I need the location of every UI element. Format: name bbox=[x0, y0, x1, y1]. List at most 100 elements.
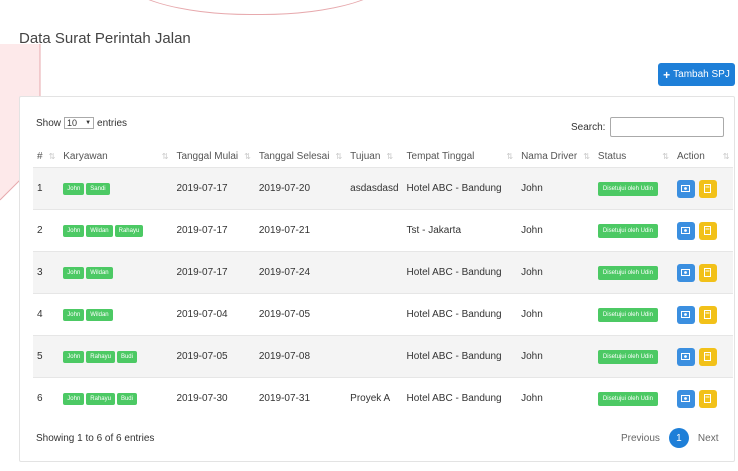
employee-tag: Rahayu bbox=[114, 225, 144, 237]
eye-icon bbox=[681, 185, 691, 192]
cell-action bbox=[672, 293, 734, 336]
sort-icon: ⇅ bbox=[662, 151, 669, 161]
cell-tujuan bbox=[346, 293, 403, 336]
employee-tag: Wildan bbox=[86, 225, 113, 237]
cell-tanggal-selesai: 2019-07-21 bbox=[254, 209, 347, 252]
cell-tempat-tinggal: Hotel ABC - Bandung bbox=[402, 251, 518, 294]
employee-tag: Rahayu bbox=[86, 351, 115, 363]
employee-tag: Wildan bbox=[86, 267, 113, 279]
column-header-action[interactable]: Action ⇅ bbox=[673, 145, 734, 168]
cell-action bbox=[672, 251, 734, 294]
view-button[interactable] bbox=[676, 389, 695, 408]
employee-tag: Sandi bbox=[86, 183, 110, 195]
table-info: Showing 1 to 6 of 6 entries bbox=[36, 433, 155, 444]
file-icon bbox=[704, 310, 712, 319]
cell-tempat-tinggal: Hotel ABC - Bandung bbox=[402, 167, 518, 210]
column-header-tanggal-mulai[interactable]: Tanggal Mulai ⇅ bbox=[172, 145, 254, 168]
cell-tujuan: asdasdasd bbox=[346, 167, 403, 210]
file-icon bbox=[704, 268, 712, 277]
cell-tanggal-mulai: 2019-07-17 bbox=[172, 209, 255, 252]
cell-nama-driver: John bbox=[517, 167, 594, 210]
caret-down-icon: ▼ bbox=[85, 120, 92, 126]
eye-icon bbox=[681, 353, 691, 360]
edit-button[interactable] bbox=[698, 305, 717, 324]
view-button[interactable] bbox=[676, 305, 695, 324]
add-spj-button[interactable]: + Tambah SPJ bbox=[658, 63, 735, 86]
search-label: Search: bbox=[571, 121, 606, 133]
edit-button[interactable] bbox=[698, 221, 717, 240]
employee-tag: Budi bbox=[116, 351, 137, 363]
column-header-tempat-tinggal[interactable]: Tempat Tinggal ⇅ bbox=[403, 145, 518, 168]
column-header-nama-driver[interactable]: Nama Driver ⇅ bbox=[517, 145, 594, 168]
sort-icon: ⇅ bbox=[386, 151, 394, 161]
decorative-top-shape bbox=[120, 0, 392, 15]
column-header-tanggal-selesai[interactable]: Tanggal Selesai ⇅ bbox=[255, 145, 346, 168]
cell-nama-driver: John bbox=[517, 335, 594, 378]
employee-tag: John bbox=[63, 393, 85, 405]
column-header-no[interactable]: # ⇅ bbox=[33, 145, 59, 168]
page-1-button[interactable]: 1 bbox=[668, 428, 689, 448]
cell-tanggal-mulai: 2019-07-04 bbox=[172, 293, 255, 336]
spj-table: # ⇅ Karyawan ⇅ Tanggal Mulai ⇅ Tanggal Sele… bbox=[33, 145, 734, 419]
previous-button[interactable]: Previous bbox=[621, 433, 660, 444]
eye-icon bbox=[681, 311, 691, 318]
status-badge: Disetujui oleh Udin bbox=[597, 349, 658, 364]
employee-tag: John bbox=[63, 225, 85, 237]
cell-karyawan: John Sandi bbox=[59, 167, 173, 210]
plus-icon: + bbox=[663, 67, 671, 82]
cell-action bbox=[672, 335, 734, 378]
table-row: 6 John Rahayu Budi 2019-07-30 2019-07-31 Proye… bbox=[33, 377, 734, 419]
cell-tanggal-selesai: 2019-07-08 bbox=[254, 335, 347, 378]
column-header-status[interactable]: Status ⇅ bbox=[594, 145, 673, 168]
view-button[interactable] bbox=[676, 263, 695, 282]
column-header-karyawan[interactable]: Karyawan ⇅ bbox=[59, 145, 172, 168]
cell-status: Disetujui oleh Udin bbox=[593, 377, 673, 419]
search-input[interactable] bbox=[610, 117, 725, 137]
cell-tanggal-selesai: 2019-07-20 bbox=[254, 167, 347, 210]
status-badge: Disetujui oleh Udin bbox=[597, 391, 658, 406]
status-badge: Disetujui oleh Udin bbox=[597, 223, 658, 238]
status-badge: Disetujui oleh Udin bbox=[597, 181, 658, 196]
cell-tanggal-mulai: 2019-07-17 bbox=[172, 251, 255, 294]
entries-select[interactable]: 10 ▼ bbox=[64, 117, 95, 129]
cell-tujuan: Proyek A bbox=[346, 377, 403, 419]
view-button[interactable] bbox=[676, 179, 695, 198]
cell-tempat-tinggal: Tst - Jakarta bbox=[402, 209, 518, 252]
view-button[interactable] bbox=[676, 347, 695, 366]
cell-no: 1 bbox=[33, 167, 60, 210]
cell-tempat-tinggal: Hotel ABC - Bandung bbox=[402, 377, 518, 419]
cell-no: 2 bbox=[33, 209, 60, 252]
cell-action bbox=[672, 167, 734, 210]
cell-tanggal-mulai: 2019-07-17 bbox=[172, 167, 255, 210]
eye-icon bbox=[681, 395, 691, 402]
edit-button[interactable] bbox=[698, 347, 717, 366]
cell-status: Disetujui oleh Udin bbox=[593, 209, 673, 252]
edit-button[interactable] bbox=[698, 389, 717, 408]
view-button[interactable] bbox=[676, 221, 695, 240]
cell-tanggal-selesai: 2019-07-05 bbox=[254, 293, 347, 336]
table-row: 2 John Wildan Rahayu 2019-07-17 2019-07-21 Tst… bbox=[33, 209, 734, 252]
pagination: Previous 1 Next bbox=[621, 428, 718, 448]
add-spj-label: Tambah SPJ bbox=[673, 69, 730, 80]
cell-action bbox=[672, 377, 734, 419]
search-control: Search: bbox=[571, 117, 725, 137]
column-header-tujuan[interactable]: Tujuan ⇅ bbox=[346, 145, 402, 168]
cell-no: 4 bbox=[33, 293, 60, 336]
table-row: 5 John Rahayu Budi 2019-07-05 2019-07-08 Hotel… bbox=[33, 335, 734, 378]
sort-icon: ⇅ bbox=[161, 151, 169, 161]
edit-button[interactable] bbox=[698, 263, 717, 282]
cell-tempat-tinggal: Hotel ABC - Bandung bbox=[402, 293, 518, 336]
status-badge: Disetujui oleh Udin bbox=[597, 265, 658, 280]
edit-button[interactable] bbox=[698, 179, 717, 198]
next-button[interactable]: Next bbox=[698, 433, 719, 444]
sort-icon: ⇅ bbox=[244, 151, 251, 161]
file-icon bbox=[704, 226, 712, 235]
cell-karyawan: John Wildan bbox=[59, 293, 173, 336]
cell-tempat-tinggal: Hotel ABC - Bandung bbox=[402, 335, 518, 378]
cell-karyawan: John Wildan Rahayu bbox=[59, 209, 173, 252]
cell-tujuan bbox=[346, 251, 403, 294]
cell-tanggal-selesai: 2019-07-31 bbox=[254, 377, 347, 419]
eye-icon bbox=[681, 269, 691, 276]
data-table-card: Show 10 ▼ entries Search: # ⇅ Karyawan ⇅ T… bbox=[19, 96, 735, 462]
cell-tanggal-mulai: 2019-07-05 bbox=[172, 335, 255, 378]
